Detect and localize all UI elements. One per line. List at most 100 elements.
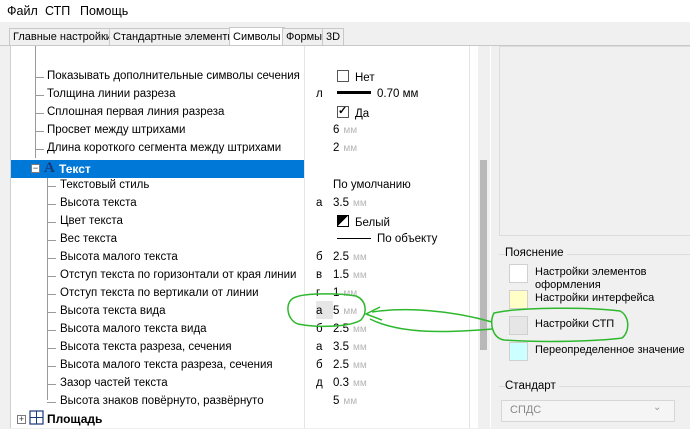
property-prefix: б (316, 251, 323, 263)
section-title: Текст (59, 162, 91, 176)
property-row[interactable]: Высота текста разреза, сечения а 3.5 мм (11, 339, 481, 357)
tree-branch (47, 204, 56, 205)
property-row[interactable]: Толщина линии разреза л 0.70 мм (11, 86, 481, 104)
property-name: Высота текста вида (60, 305, 166, 317)
tree-branch (47, 240, 56, 241)
menu-file[interactable]: Файл (7, 4, 38, 18)
property-row[interactable]: Длина короткого сегмента между штрихами … (11, 140, 481, 158)
property-value[interactable]: 3.5 мм (333, 197, 367, 209)
chevron-down-icon[interactable]: ⌄ (653, 402, 661, 413)
legend-swatch-white (509, 264, 528, 283)
property-name: Длина короткого сегмента между штрихами (47, 142, 282, 154)
property-value[interactable]: 2.5 мм (333, 323, 367, 335)
property-prefix: д (316, 377, 323, 389)
property-name: Отступ текста по горизонтали от края лин… (60, 269, 297, 281)
property-value[interactable]: 5 мм (333, 305, 357, 317)
text-style-icon: A (44, 160, 55, 176)
property-name: Высота текста разреза, сечения (60, 341, 232, 353)
color-swatch (337, 215, 349, 227)
expand-toggle[interactable]: + (17, 415, 26, 424)
line-weight-sample (337, 91, 371, 94)
property-value[interactable]: 6 мм (333, 124, 357, 136)
property-row[interactable]: Сплошная первая линия разреза Да (11, 104, 481, 122)
property-value[interactable]: 2.5 мм (333, 251, 367, 263)
property-row[interactable]: Показывать дополнительные символы сечени… (11, 68, 481, 86)
property-row[interactable]: Отступ текста по горизонтали от края лин… (11, 267, 481, 285)
area-icon (29, 410, 44, 425)
property-row[interactable]: Высота малого текста вида б 2.5 мм (11, 321, 481, 339)
property-prefix: б (316, 323, 323, 335)
property-value[interactable]: 2.5 мм (333, 359, 367, 371)
menu-help[interactable]: Помощь (80, 4, 128, 18)
property-prefix: а (316, 341, 323, 353)
tree-branch (47, 366, 56, 367)
property-value[interactable]: 1 мм (333, 287, 357, 299)
property-row[interactable]: Высота знаков повёрнуто, развёрнуто 5 мм (11, 393, 481, 411)
menu-stp[interactable]: СТП (45, 4, 70, 18)
property-value[interactable]: Нет (337, 70, 375, 84)
property-name: Высота малого текста (60, 251, 178, 263)
property-value[interactable]: 2 мм (333, 142, 357, 154)
preview-area (499, 46, 690, 236)
property-name: Высота текста (60, 197, 137, 209)
property-row[interactable]: Высота малого текста разреза, сечения б … (11, 357, 481, 375)
property-name: Зазор частей текста (60, 377, 168, 389)
property-name: Высота знаков повёрнуто, развёрнуто (60, 395, 264, 407)
tab-3d[interactable]: 3D (322, 28, 345, 46)
property-name: Вес текста (60, 233, 117, 245)
property-row[interactable]: Высота малого текста б 2.5 мм (11, 249, 481, 267)
property-name: Текстовый стиль (60, 179, 150, 191)
property-row[interactable]: Вес текста По объекту (11, 231, 481, 249)
checkbox-unchecked[interactable] (337, 70, 349, 82)
tab-symbols[interactable]: Символы (229, 27, 285, 47)
property-row[interactable]: Высота текста вида а 5 мм (11, 303, 481, 321)
property-name: Отступ текста по вертикали от линии (60, 287, 259, 299)
tree-branch (35, 131, 44, 132)
tree-branch (35, 77, 44, 78)
legend-label: Переопределенное значение (535, 344, 685, 356)
property-value[interactable]: 3.5 мм (333, 341, 367, 353)
property-value[interactable]: 1.5 мм (333, 269, 367, 281)
tree-branch (35, 95, 44, 96)
tree-branch (35, 113, 44, 114)
property-prefix: б (316, 359, 323, 371)
property-name: Показывать дополнительные символы сечени… (47, 70, 300, 82)
property-value[interactable]: По умолчанию (333, 179, 411, 191)
property-row[interactable]: Высота текста а 3.5 мм (11, 195, 481, 213)
legend-swatch-gray (509, 316, 528, 335)
legend-title: Пояснение (505, 247, 567, 259)
property-row[interactable]: Просвет между штрихами 6 мм (11, 122, 481, 140)
property-prefix: а (316, 197, 323, 209)
property-value[interactable]: По объекту (337, 233, 437, 245)
property-name: Толщина линии разреза (47, 88, 176, 100)
tree-branch (47, 186, 56, 187)
property-row[interactable]: Цвет текста Белый (11, 213, 481, 231)
property-prefix: в (316, 269, 323, 281)
tab-main-settings[interactable]: Главные настройки (9, 28, 116, 46)
tab-forms[interactable]: Формы (282, 28, 327, 46)
tree-branch (47, 276, 56, 277)
property-row[interactable]: Текстовый стиль По умолчанию (11, 177, 481, 195)
tree-branch (35, 149, 44, 150)
tree-branch (47, 294, 56, 295)
legend-label: Настройки интерфейса (535, 292, 655, 304)
property-row[interactable]: Отступ текста по вертикали от линии г 1м… (11, 285, 481, 303)
property-prefix: л (316, 88, 323, 100)
scrollbar-thumb[interactable] (480, 160, 487, 350)
tree-branch (47, 402, 56, 403)
tree-branch (47, 348, 56, 349)
property-value[interactable]: 5 мм (333, 395, 357, 407)
tab-standard-elements[interactable]: Стандартные элементы (109, 28, 240, 46)
property-value[interactable]: 0.3 мм (333, 377, 367, 389)
collapse-toggle[interactable]: − (31, 164, 40, 173)
property-row[interactable]: Зазор частей текста д 0.3 мм (11, 375, 481, 393)
tree-branch (47, 384, 56, 385)
property-value[interactable]: Да (337, 104, 369, 120)
checkbox-checked[interactable] (337, 104, 349, 118)
property-grid[interactable]: Показывать дополнительные символы сечени… (10, 46, 491, 428)
section-area-title[interactable]: Площадь (47, 412, 102, 426)
property-prefix: г (316, 287, 321, 299)
property-value[interactable]: Белый (337, 215, 390, 229)
property-value[interactable]: 0.70 мм (337, 88, 418, 100)
property-prefix: а (316, 305, 323, 317)
